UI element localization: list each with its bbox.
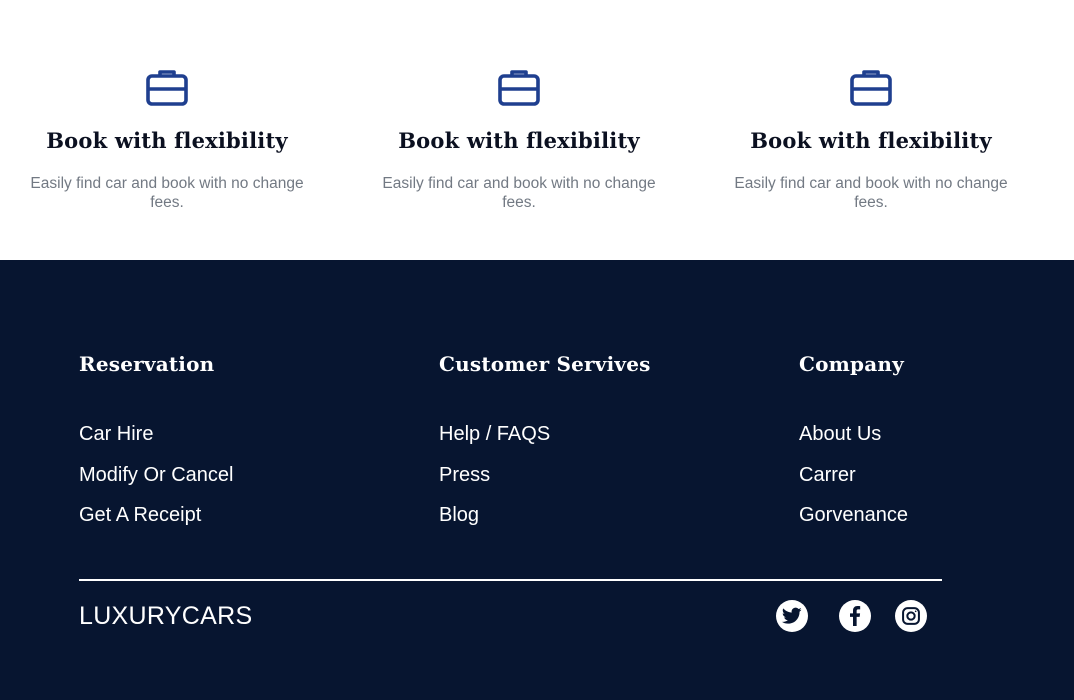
feature-title: Book with flexibility [46,128,288,153]
footer-link-carrer[interactable]: Carrer [799,463,908,504]
footer-link-list: Car Hire Modify Or Cancel Get A Receipt [79,422,234,544]
feature-title: Book with flexibility [398,128,640,153]
twitter-icon [782,607,802,624]
footer-divider [79,579,942,581]
feature-description: Easily find car and book with no change … [382,175,656,211]
feature-card: Book with flexibility Easily find car an… [17,68,317,212]
footer-column-customer-services: Customer Servives Help / FAQS Press Blog [439,352,651,544]
footer-link-blog[interactable]: Blog [439,503,651,544]
feature-description: Easily find car and book with no change … [734,175,1008,211]
footer-link-help-faqs[interactable]: Help / FAQS [439,422,651,463]
briefcase-icon [850,70,892,106]
feature-card: Book with flexibility Easily find car an… [369,68,669,212]
footer-link-list: About Us Carrer Gorvenance [799,422,908,544]
footer-heading: Customer Servives [439,352,651,376]
brand-logo[interactable]: LUXURYCARS [79,602,252,631]
footer-heading: Reservation [79,352,215,376]
facebook-link[interactable] [839,600,871,632]
briefcase-icon [146,70,188,106]
footer-link-about-us[interactable]: About Us [799,422,908,463]
feature-title: Book with flexibility [750,128,992,153]
facebook-icon [850,606,861,626]
footer-link-modify-or-cancel[interactable]: Modify Or Cancel [79,463,234,504]
footer-link-gorvenance[interactable]: Gorvenance [799,503,908,544]
features-section: Book with flexibility Easily find car an… [0,0,1074,260]
feature-card: Book with flexibility Easily find car an… [721,68,1021,212]
footer-column-reservation: Reservation Car Hire Modify Or Cancel Ge… [79,352,234,544]
briefcase-icon [498,70,540,106]
site-footer: Reservation Car Hire Modify Or Cancel Ge… [0,260,1074,700]
footer-link-car-hire[interactable]: Car Hire [79,422,234,463]
instagram-link[interactable] [895,600,927,632]
footer-link-get-a-receipt[interactable]: Get A Receipt [79,503,234,544]
footer-column-company: Company About Us Carrer Gorvenance [799,352,908,544]
feature-description: Easily find car and book with no change … [30,175,304,211]
footer-heading: Company [799,352,904,376]
instagram-icon [902,607,920,625]
footer-link-list: Help / FAQS Press Blog [439,422,651,544]
footer-link-press[interactable]: Press [439,463,651,504]
twitter-link[interactable] [776,600,808,632]
